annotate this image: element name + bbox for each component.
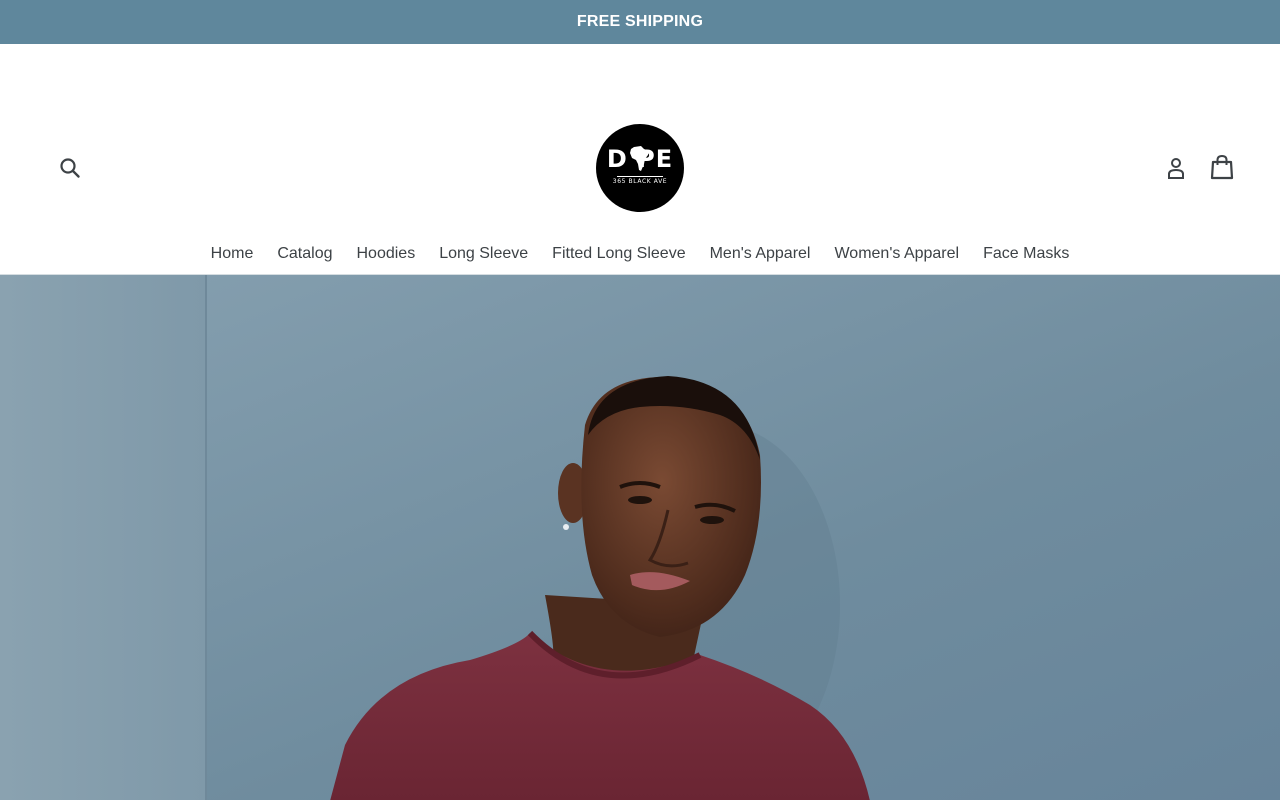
account-button[interactable]: [1162, 154, 1190, 182]
search-button[interactable]: [56, 154, 84, 182]
nav-item-hoodies[interactable]: Hoodies: [345, 240, 428, 268]
main-nav: Home Catalog Hoodies Long Sleeve Fitted …: [0, 240, 1280, 268]
announcement-text: FREE SHIPPING: [576, 13, 704, 30]
africa-map-icon: [630, 146, 649, 171]
logo: D PE 365 BLACK AVE: [596, 124, 684, 212]
hero-banner: [0, 274, 1280, 800]
cart-button[interactable]: [1207, 152, 1237, 182]
logo-link[interactable]: D PE 365 BLACK AVE: [596, 124, 684, 212]
site-header: D PE 365 BLACK AVE Home Catalog Hoodies …: [0, 44, 1280, 274]
logo-divider: [617, 176, 663, 177]
announcement-bar[interactable]: FREE SHIPPING: [0, 0, 1280, 44]
search-icon: [60, 158, 80, 178]
nav-item-long-sleeve[interactable]: Long Sleeve: [427, 240, 540, 268]
nav-item-home[interactable]: Home: [199, 240, 266, 268]
hero-image: [0, 275, 1280, 800]
nav-item-mens-apparel[interactable]: Men's Apparel: [698, 240, 823, 268]
nav-item-fitted-long-sleeve[interactable]: Fitted Long Sleeve: [540, 240, 697, 268]
nav-item-womens-apparel[interactable]: Women's Apparel: [822, 240, 971, 268]
cart-icon: [1210, 154, 1234, 180]
nav-item-catalog[interactable]: Catalog: [265, 240, 344, 268]
nav-item-face-masks[interactable]: Face Masks: [971, 240, 1081, 268]
logo-subtitle: 365 BLACK AVE: [612, 178, 668, 185]
account-icon: [1168, 158, 1184, 179]
